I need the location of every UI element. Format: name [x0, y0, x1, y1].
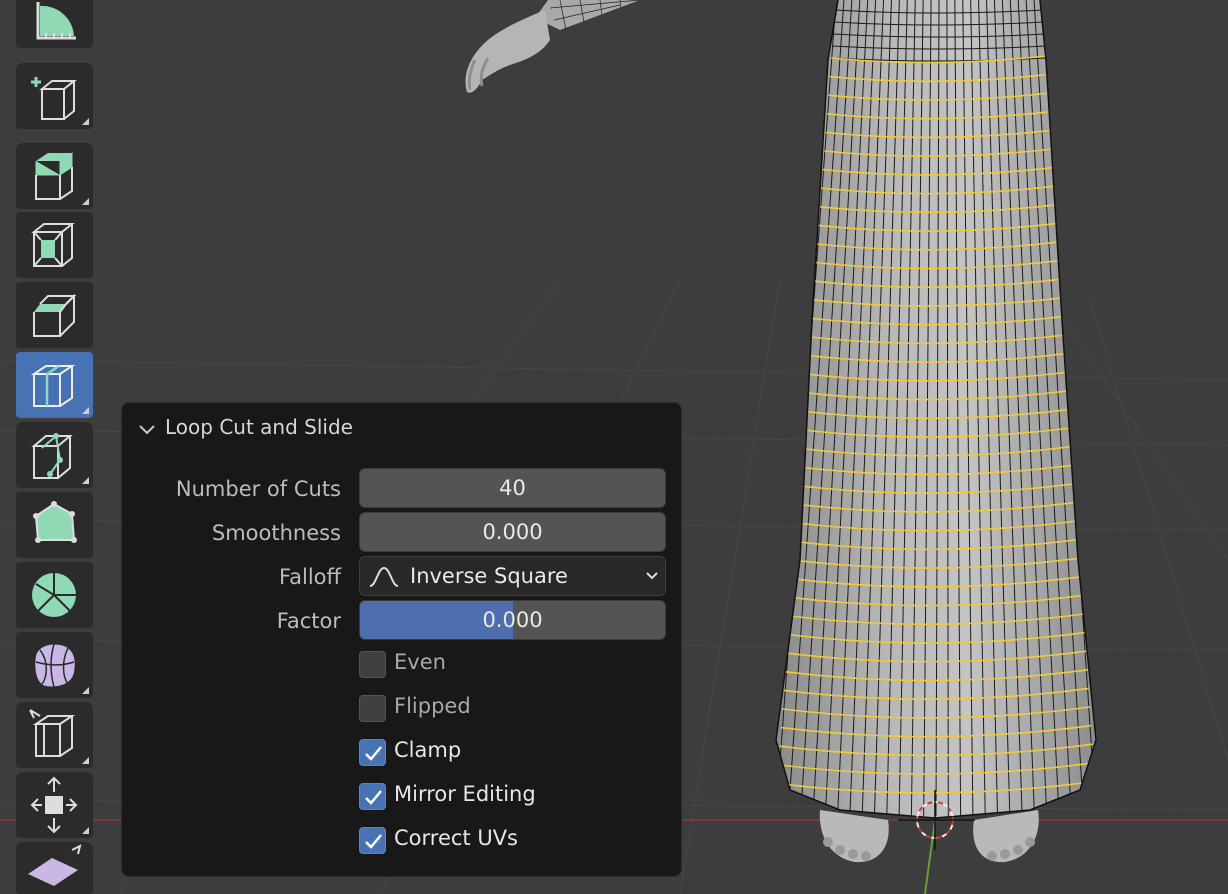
smoothness-label: Smoothness	[211, 521, 341, 545]
chevron-down-icon[interactable]	[138, 423, 156, 437]
inset-faces-tool-icon	[31, 223, 75, 267]
number-of-cuts-label: Number of Cuts	[175, 477, 341, 501]
flipped-checkbox-box[interactable]	[359, 695, 386, 722]
flipped-checkbox-label: Flipped	[394, 694, 471, 718]
spin-tool-button[interactable]	[16, 562, 93, 628]
loop-cut-operator-panel: Loop Cut and Slide Number of Cuts 40 Smo…	[121, 402, 682, 877]
bevel-tool-button[interactable]	[16, 282, 93, 348]
smooth-tool-button[interactable]	[16, 632, 93, 698]
extrude-region-tool-button[interactable]	[16, 143, 93, 209]
loop-cut-tool-button[interactable]	[16, 352, 93, 418]
panel-title: Loop Cut and Slide	[165, 415, 353, 439]
inset-faces-tool-button[interactable]	[16, 212, 93, 278]
factor-slider[interactable]: 0.000	[359, 600, 666, 640]
number-of-cuts-value: 40	[499, 476, 526, 500]
spin-tool-icon	[32, 573, 76, 617]
falloff-dropdown[interactable]: Inverse Square	[359, 556, 666, 596]
factor-label: Factor	[276, 609, 341, 633]
clamp-checkbox-box[interactable]	[359, 739, 386, 766]
shear-tool-button[interactable]	[16, 842, 93, 894]
checkmark-icon	[365, 790, 382, 805]
even-checkbox-label: Even	[394, 650, 446, 674]
clamp-checkbox-label: Clamp	[394, 738, 462, 762]
inverse-square-falloff-icon	[369, 566, 399, 587]
dropdown-arrow-icon	[646, 572, 658, 580]
submenu-indicator-icon	[82, 118, 89, 125]
checkmark-icon	[365, 834, 382, 849]
smoothness-value: 0.000	[482, 520, 543, 544]
shrink-fatten-tool-button[interactable]	[16, 772, 93, 838]
falloff-value: Inverse Square	[410, 564, 568, 588]
measure-tool-button[interactable]	[16, 0, 93, 48]
knife-tool-button[interactable]	[16, 422, 93, 488]
poly-build-tool-icon	[33, 501, 77, 543]
edge-slide-tool-button[interactable]	[16, 702, 93, 768]
mirror-editing-checkbox-box[interactable]	[359, 783, 386, 810]
mirror-editing-checkbox-label: Mirror Editing	[394, 782, 536, 806]
add-cube-tool-button[interactable]	[16, 63, 93, 129]
number-of-cuts-field[interactable]: 40	[359, 468, 666, 508]
correct-uvs-checkbox-label: Correct UVs	[394, 826, 519, 850]
smoothness-field[interactable]: 0.000	[359, 512, 666, 552]
tool-shelf	[0, 0, 110, 894]
falloff-label: Falloff	[278, 565, 341, 589]
bevel-tool-icon	[33, 293, 77, 337]
poly-build-tool-button[interactable]	[16, 492, 93, 558]
measure-tool-icon	[36, 2, 76, 40]
shear-tool-icon	[28, 844, 82, 886]
correct-uvs-checkbox-box[interactable]	[359, 827, 386, 854]
even-checkbox-box[interactable]	[359, 651, 386, 678]
submenu-indicator-icon	[82, 477, 89, 484]
panel-header[interactable]: Loop Cut and Slide	[122, 403, 681, 455]
factor-value: 0.000	[482, 608, 543, 632]
checkmark-icon	[365, 746, 382, 761]
submenu-indicator-icon	[82, 198, 89, 205]
submenu-indicator-icon	[82, 757, 89, 764]
submenu-indicator-icon	[82, 407, 89, 414]
submenu-indicator-icon	[82, 687, 89, 694]
submenu-indicator-icon	[82, 827, 89, 834]
